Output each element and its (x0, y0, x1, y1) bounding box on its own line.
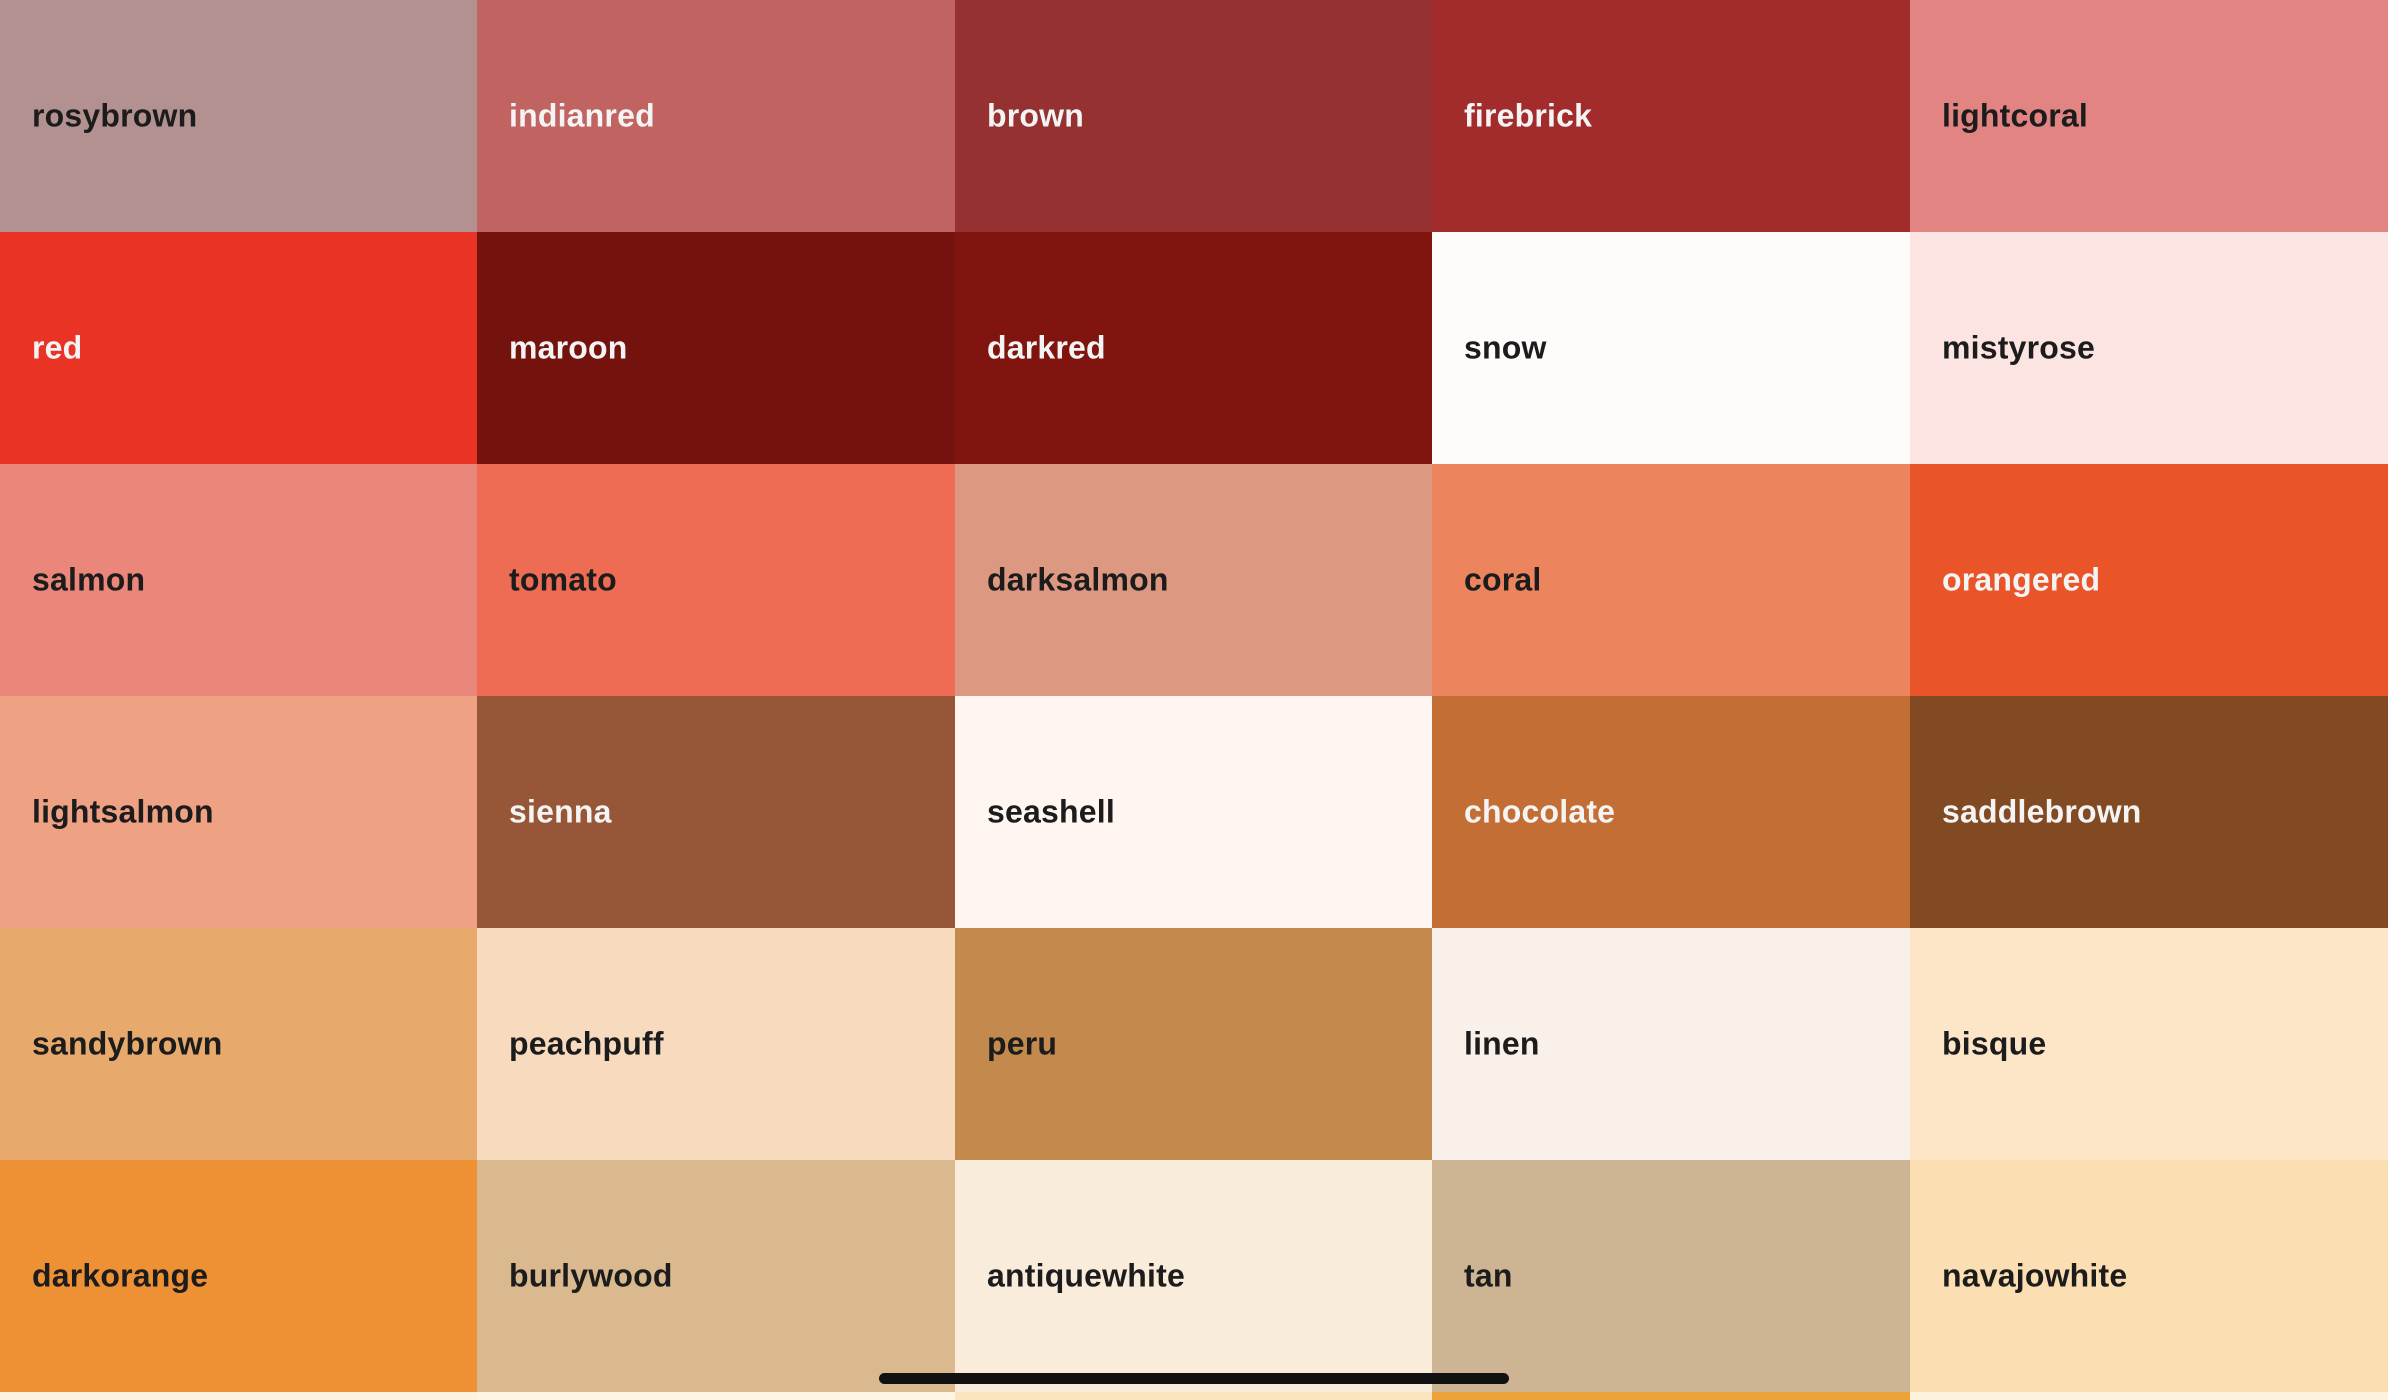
swatch-label: peachpuff (509, 1025, 664, 1062)
swatch-peru[interactable]: peru (955, 928, 1432, 1160)
swatch-label: darksalmon (987, 561, 1169, 598)
swatch-bisque[interactable]: bisque (1910, 928, 2388, 1160)
swatch-peachpuff[interactable]: peachpuff (477, 928, 955, 1160)
swatch-label: navajowhite (1942, 1257, 2128, 1294)
swatch-navajowhite[interactable]: navajowhite (1910, 1160, 2388, 1392)
swatch-burlywood[interactable]: burlywood (477, 1160, 955, 1392)
swatch-maroon[interactable]: maroon (477, 232, 955, 464)
swatch-red[interactable]: red (0, 232, 477, 464)
swatch-label: linen (1464, 1025, 1540, 1062)
swatch-salmon[interactable]: salmon (0, 464, 477, 696)
swatch-darksalmon[interactable]: darksalmon (955, 464, 1432, 696)
swatch-chocolate[interactable]: chocolate (1432, 696, 1910, 928)
swatch-label: lightsalmon (32, 793, 214, 830)
swatch-label: brown (987, 97, 1084, 134)
swatch-label: lightcoral (1942, 97, 2089, 134)
color-swatch-grid: rosybrown indianred brown firebrick lightcor… (0, 0, 2388, 1400)
swatch-label: coral (1464, 561, 1542, 598)
swatch-label: peru (987, 1025, 1058, 1062)
swatch-darkorange[interactable]: darkorange (0, 1160, 477, 1392)
swatch-saddlebrown[interactable]: saddlebrown (1910, 696, 2388, 928)
swatch-label: red (32, 329, 83, 366)
swatch-label: saddlebrown (1942, 793, 2142, 830)
home-indicator[interactable] (879, 1373, 1509, 1384)
swatch-partial[interactable] (0, 1392, 477, 1400)
swatch-label: salmon (32, 561, 146, 598)
swatch-label: chocolate (1464, 793, 1616, 830)
swatch-label: antiquewhite (987, 1257, 1185, 1294)
swatch-linen[interactable]: linen (1432, 928, 1910, 1160)
swatch-seashell[interactable]: seashell (955, 696, 1432, 928)
swatch-brown[interactable]: brown (955, 0, 1432, 232)
swatch-partial[interactable] (477, 1392, 955, 1400)
swatch-indianred[interactable]: indianred (477, 0, 955, 232)
swatch-label: seashell (987, 793, 1115, 830)
swatch-lightcoral[interactable]: lightcoral (1910, 0, 2388, 232)
swatch-label: maroon (509, 329, 628, 366)
swatch-sienna[interactable]: sienna (477, 696, 955, 928)
swatch-darkred[interactable]: darkred (955, 232, 1432, 464)
swatch-coral[interactable]: coral (1432, 464, 1910, 696)
swatch-label: darkred (987, 329, 1106, 366)
swatch-label: sienna (509, 793, 612, 830)
swatch-orangered[interactable]: orangered (1910, 464, 2388, 696)
swatch-antiquewhite[interactable]: antiquewhite (955, 1160, 1432, 1392)
swatch-label: firebrick (1464, 97, 1593, 134)
swatch-label: tan (1464, 1257, 1513, 1294)
swatch-partial[interactable] (1910, 1392, 2388, 1400)
swatch-label: rosybrown (32, 97, 198, 134)
swatch-tan[interactable]: tan (1432, 1160, 1910, 1392)
swatch-label: bisque (1942, 1025, 2047, 1062)
swatch-rosybrown[interactable]: rosybrown (0, 0, 477, 232)
swatch-firebrick[interactable]: firebrick (1432, 0, 1910, 232)
swatch-partial[interactable] (1432, 1392, 1910, 1400)
swatch-label: orangered (1942, 561, 2101, 598)
swatch-label: darkorange (32, 1257, 209, 1294)
swatch-label: burlywood (509, 1257, 673, 1294)
swatch-label: tomato (509, 561, 617, 598)
swatch-lightsalmon[interactable]: lightsalmon (0, 696, 477, 928)
swatch-mistyrose[interactable]: mistyrose (1910, 232, 2388, 464)
swatch-sandybrown[interactable]: sandybrown (0, 928, 477, 1160)
swatch-label: mistyrose (1942, 329, 2095, 366)
swatch-tomato[interactable]: tomato (477, 464, 955, 696)
swatch-label: indianred (509, 97, 655, 134)
swatch-label: snow (1464, 329, 1547, 366)
swatch-snow[interactable]: snow (1432, 232, 1910, 464)
swatch-partial[interactable] (955, 1392, 1432, 1400)
swatch-label: sandybrown (32, 1025, 223, 1062)
